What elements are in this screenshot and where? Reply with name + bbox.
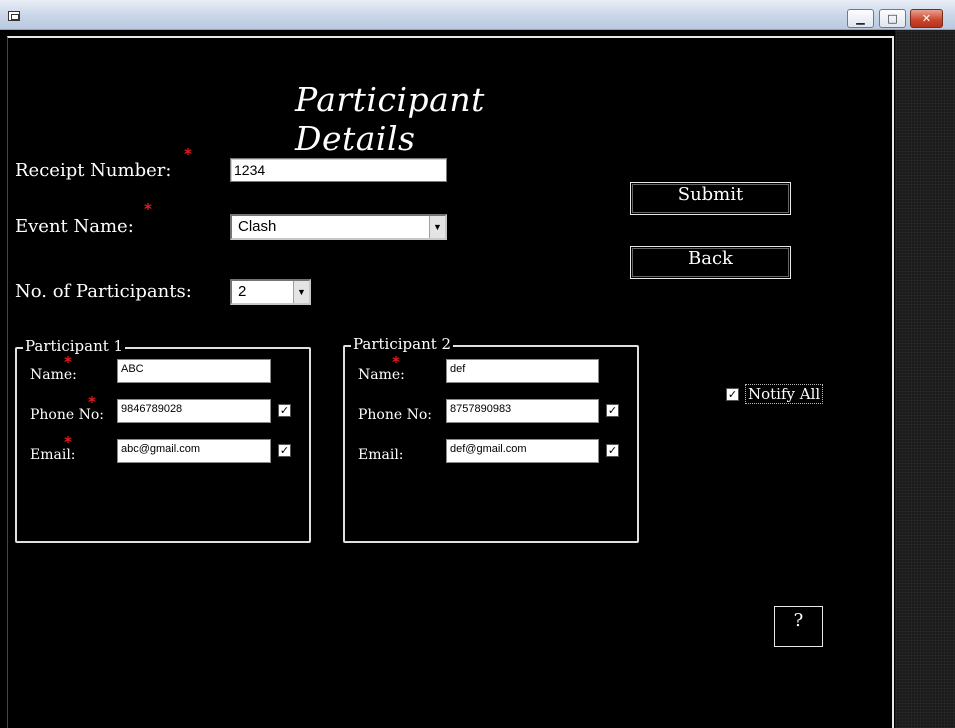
- receipt-number-input[interactable]: 1234: [230, 158, 447, 182]
- window-titlebar: ▁ □ ✕: [0, 0, 955, 30]
- notify-all-checkbox[interactable]: ✓: [726, 387, 739, 401]
- participant-1-name-label: Name:: [30, 367, 77, 383]
- participant-2-email-checkbox[interactable]: ✓: [606, 444, 619, 457]
- event-name-label: Event Name:: [15, 216, 134, 237]
- participant-1-phone-input[interactable]: 9846789028: [117, 399, 271, 423]
- participant-2-name-input[interactable]: def: [446, 359, 599, 383]
- app-icon: [8, 11, 20, 21]
- chevron-down-icon[interactable]: ▼: [429, 216, 445, 238]
- background-strip: [895, 30, 955, 728]
- page-title: Participant Details: [295, 80, 485, 158]
- event-name-select[interactable]: Clash ▼: [230, 214, 447, 240]
- participant-2-name-label: Name:: [358, 367, 405, 383]
- participants-count-label: No. of Participants:: [15, 281, 192, 302]
- minimize-button[interactable]: ▁: [847, 9, 874, 28]
- back-button[interactable]: Back: [630, 246, 791, 279]
- participant-1-title: Participant 1: [23, 337, 126, 355]
- notify-all-control[interactable]: ✓ Notify All: [726, 384, 824, 404]
- participant-1-email-input[interactable]: abc@gmail.com: [117, 439, 271, 463]
- participant-1-phone-label: Phone No:: [30, 407, 105, 423]
- chevron-down-icon[interactable]: ▼: [293, 281, 309, 303]
- event-name-value: Clash: [238, 218, 277, 235]
- participant-2-email-input[interactable]: def@gmail.com: [446, 439, 599, 463]
- required-marker: *: [184, 145, 192, 163]
- participant-1-email-checkbox[interactable]: ✓: [278, 444, 291, 457]
- notify-all-label[interactable]: Notify All: [745, 384, 824, 404]
- close-button[interactable]: ✕: [910, 9, 943, 28]
- participant-1-name-input[interactable]: ABC: [117, 359, 271, 383]
- participant-2-title: Participant 2: [351, 335, 454, 353]
- participant-2-phone-label: Phone No:: [358, 407, 433, 423]
- submit-button[interactable]: Submit: [630, 182, 791, 215]
- participants-count-value: 2: [238, 283, 247, 300]
- maximize-button[interactable]: □: [879, 9, 906, 28]
- participant-2-phone-input[interactable]: 8757890983: [446, 399, 599, 423]
- participant-2-email-label: Email:: [358, 447, 404, 463]
- participant-2-phone-checkbox[interactable]: ✓: [606, 404, 619, 417]
- participants-count-select[interactable]: 2 ▼: [230, 279, 311, 305]
- required-marker: *: [144, 200, 152, 218]
- help-button[interactable]: ?: [774, 606, 823, 647]
- participant-1-phone-checkbox[interactable]: ✓: [278, 404, 291, 417]
- receipt-number-label: Receipt Number:: [15, 160, 172, 181]
- participant-1-email-label: Email:: [30, 447, 76, 463]
